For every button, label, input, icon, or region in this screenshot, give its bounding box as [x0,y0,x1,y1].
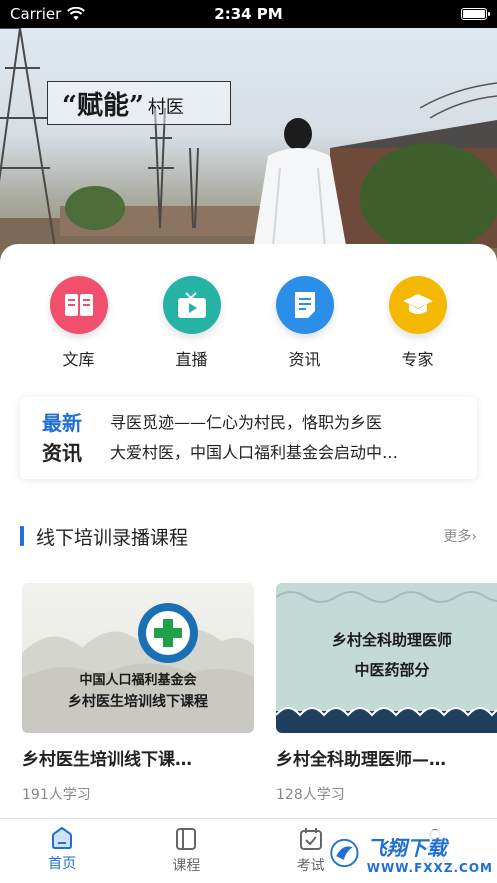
tab-course[interactable]: 课程 [124,819,248,883]
tab-home[interactable]: 首页 [0,819,124,883]
graduation-cap-icon [388,276,447,334]
course-title: 乡村医生培训线下课… [22,750,192,770]
more-link[interactable]: 更多› [443,526,477,546]
status-left: Carrier [10,5,86,23]
main-panel: 文库 直播 资讯 专家 最新 资讯 寻医觅迹——仁心为村民，恪职为乡医 大爱村医… [0,244,497,818]
course-card[interactable]: 乡村全科助理医师 中医药部分 乡村全科助理医师—… 128人学习 [276,583,497,804]
hero-caption: “赋能” 村医 [47,81,231,125]
book-icon [49,276,108,334]
news-badge-line2: 资讯 [42,441,82,465]
news-badge: 最新 资讯 [20,408,92,468]
document-icon [275,276,334,334]
hero-banner[interactable]: “赋能” 村医 [0,28,497,268]
quick-label-library: 文库 [62,350,95,369]
course-card[interactable]: 中国人口福利基金会 乡村医生培训线下课程 乡村医生培训线下课… 191人学习 [22,583,254,804]
news-badge-line1: 最新 [42,411,82,435]
wave-pattern-illustration [276,591,497,733]
course-book-icon [176,828,197,850]
news-list: 寻医觅迹——仁心为村民，恪职为乡医 大爱村医，中国人口福利基金会启动中… [92,408,477,468]
news-item[interactable]: 大爱村医，中国人口福利基金会启动中… [110,438,450,468]
tv-play-icon [162,276,221,334]
carrier-label: Carrier [10,5,62,23]
battery-icon [461,8,490,20]
thumb-text-line1: 乡村全科助理医师 [331,631,452,649]
course-list: 中国人口福利基金会 乡村医生培训线下课程 乡村医生培训线下课… 191人学习 乡… [22,583,497,804]
section-header: 线下培训录播课程 更多› [20,523,477,550]
thumb-text-line2: 中医药部分 [354,661,430,679]
watermark: 飞翔下载 WWW.FXXZ.COM [330,823,497,883]
quick-entry-expert[interactable]: 专家 [361,276,474,370]
quick-entry-row: 文库 直播 资讯 专家 [0,276,497,370]
home-icon [52,827,73,849]
course-thumbnail: 乡村全科助理医师 中医药部分 [276,583,497,733]
hero-caption-big: “赋能” [62,90,144,121]
hero-caption-small: 村医 [147,97,184,118]
thumb-text-line1: 中国人口福利基金会 [79,673,197,688]
watermark-sub: WWW.FXXZ.COM [366,860,493,875]
hero-illustration [0,28,497,268]
quick-label-news: 资讯 [288,350,321,369]
watermark-text: 飞翔下载 [366,835,447,860]
section-title: 线下培训录播课程 [20,523,188,550]
quick-entry-library[interactable]: 文库 [22,276,135,370]
course-thumbnail: 中国人口福利基金会 乡村医生培训线下课程 [22,583,254,733]
wifi-icon [67,7,86,20]
exam-calendar-icon [299,828,322,850]
course-learner-count: 191人学习 [22,787,91,803]
quick-label-live: 直播 [175,350,208,369]
quick-label-expert: 专家 [401,350,434,369]
course-learner-count: 128人学习 [276,787,345,803]
course-title: 乡村全科助理医师—… [276,750,446,770]
status-bar: Carrier 2:34 PM [0,0,497,28]
tab-label: 课程 [172,858,201,874]
tab-label: 考试 [296,858,325,874]
news-ticker[interactable]: 最新 资讯 寻医觅迹——仁心为村民，恪职为乡医 大爱村医，中国人口福利基金会启动… [20,397,477,479]
quick-entry-live[interactable]: 直播 [135,276,248,370]
section-accent-bar [20,526,24,546]
section-title-text: 线下培训录播课程 [36,526,189,549]
quick-entry-news[interactable]: 资讯 [248,276,361,370]
watermark-logo-icon [330,838,359,868]
thumb-text-line2: 乡村医生培训线下课程 [68,694,208,710]
tab-label: 首页 [48,856,77,872]
news-item[interactable]: 寻医觅迹——仁心为村民，恪职为乡医 [110,408,450,438]
